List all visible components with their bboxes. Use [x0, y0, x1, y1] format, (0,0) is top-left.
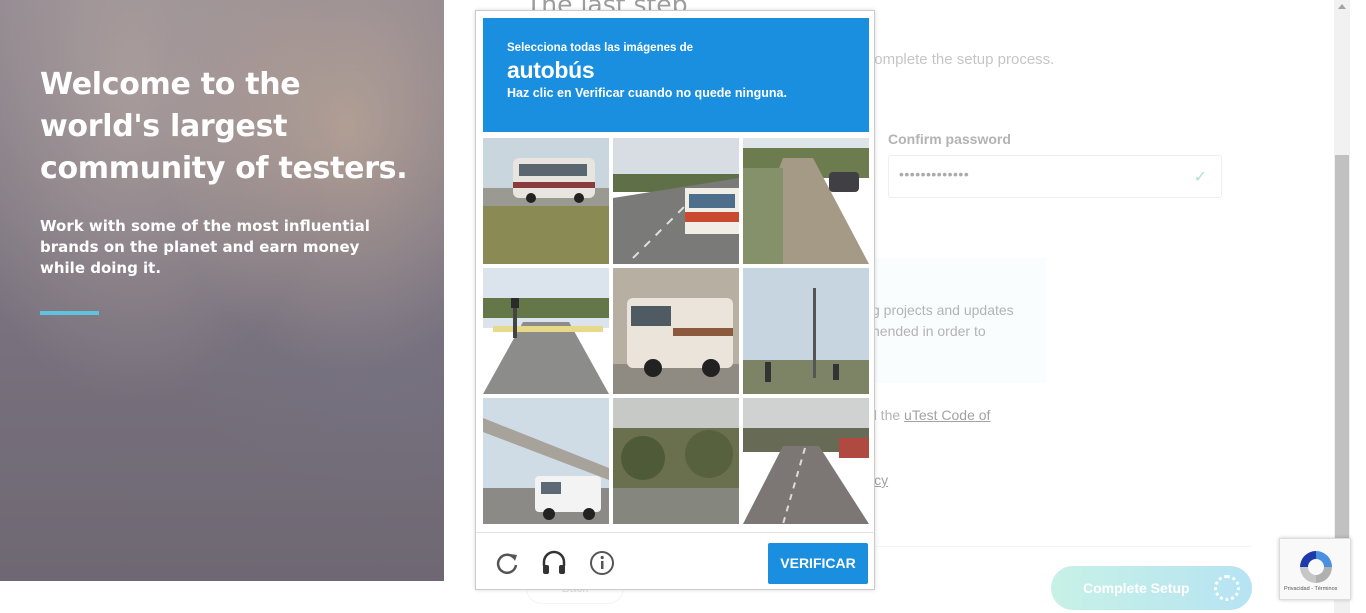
scrollbar[interactable]: [1334, 0, 1350, 613]
hero-panel: Welcome to the world's largest community…: [0, 0, 444, 581]
captcha-header: Selecciona todas las imágenes de autobús…: [483, 18, 869, 132]
captcha-tile[interactable]: [483, 268, 609, 394]
captcha-target: autobús: [507, 57, 595, 83]
hero-subtitle: Work with some of the most influential b…: [40, 217, 370, 277]
captcha-tile[interactable]: [743, 138, 869, 264]
captcha-instruction: Selecciona todas las imágenes de: [507, 42, 693, 54]
captcha-tile[interactable]: [613, 138, 739, 264]
captcha-tile[interactable]: [483, 138, 609, 264]
captcha-footer: VERIFICAR: [476, 532, 874, 590]
badge-links[interactable]: Privacidad - Términos: [1284, 586, 1337, 592]
captcha-hint: Haz clic en Verificar cuando no quede ni…: [507, 86, 787, 100]
hero-content: Welcome to the world's largest community…: [40, 64, 410, 315]
captcha-tile[interactable]: [613, 268, 739, 394]
info-icon[interactable]: [589, 550, 615, 576]
verify-button[interactable]: VERIFICAR: [768, 543, 868, 584]
captcha-tile[interactable]: [483, 398, 609, 524]
scroll-up-icon[interactable]: [1338, 4, 1346, 9]
captcha-challenge: Selecciona todas las imágenes de autobús…: [475, 10, 875, 590]
audio-challenge-icon[interactable]: [541, 550, 567, 576]
hero-accent-line: [40, 311, 99, 315]
reload-icon[interactable]: [494, 550, 520, 576]
captcha-grid: [483, 138, 869, 524]
recaptcha-logo-icon: [1300, 551, 1332, 583]
captcha-tile[interactable]: [743, 268, 869, 394]
recaptcha-badge[interactable]: Privacidad - Términos: [1279, 538, 1351, 600]
hero-title: Welcome to the world's largest community…: [40, 67, 408, 186]
scrollbar-thumb[interactable]: [1335, 155, 1349, 545]
captcha-tile[interactable]: [613, 398, 739, 524]
captcha-tile[interactable]: [743, 398, 869, 524]
